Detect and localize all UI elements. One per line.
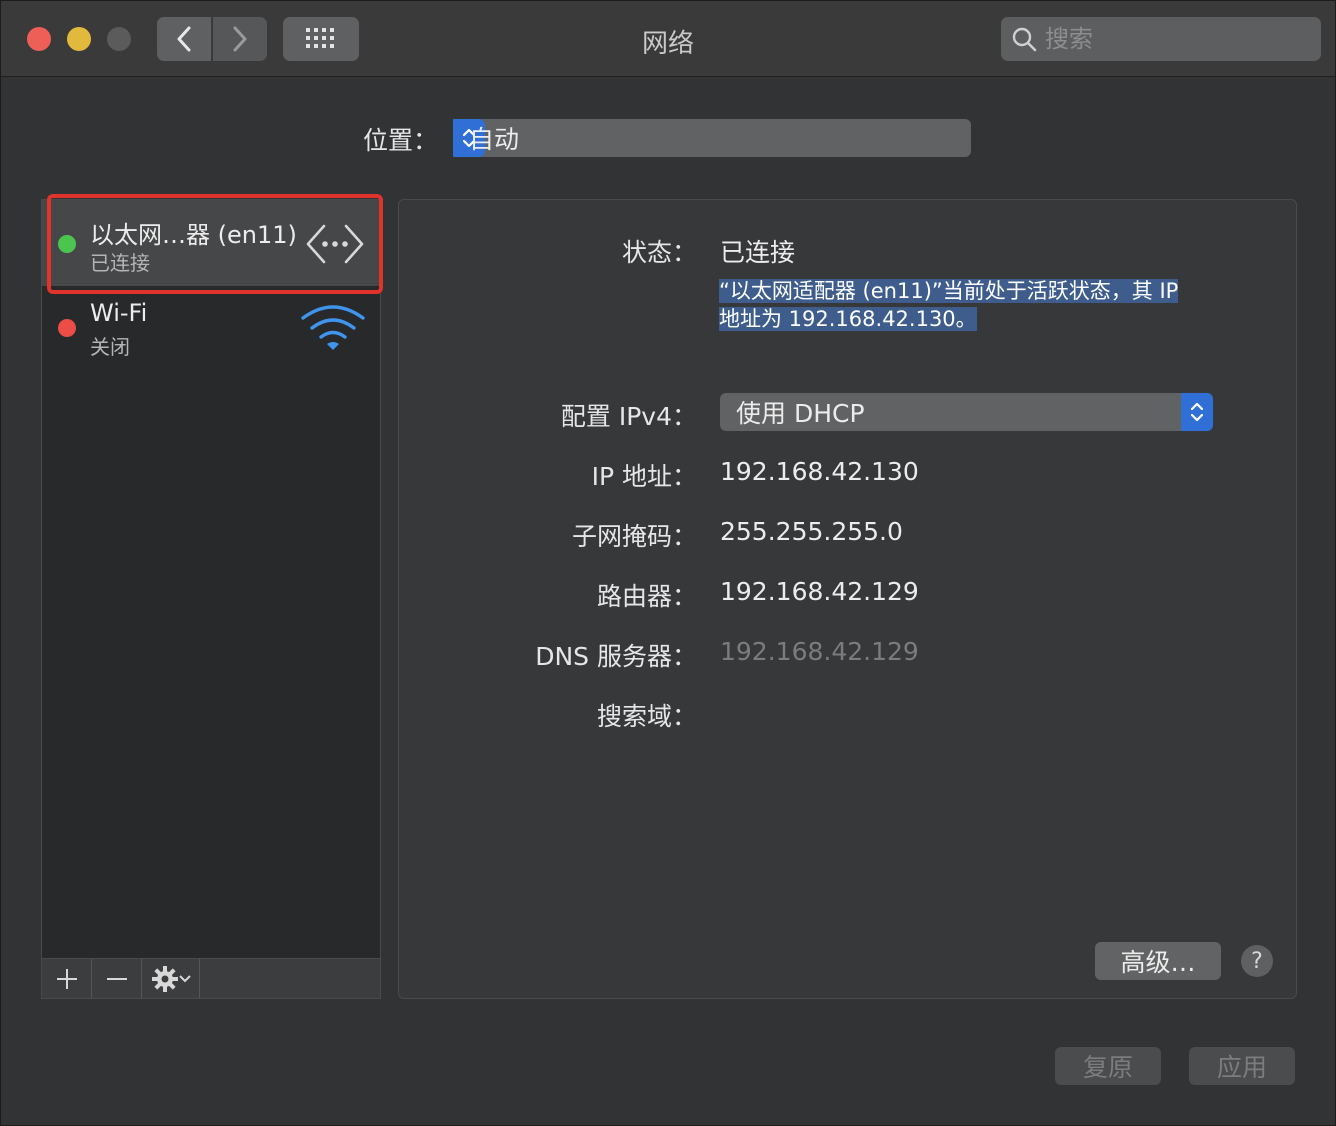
ip-address-value: 192.168.42.130 xyxy=(720,457,919,486)
router-value: 192.168.42.129 xyxy=(720,577,919,606)
search-field[interactable] xyxy=(1001,17,1321,61)
ip-address-label: IP 地址： xyxy=(591,462,697,491)
dns-server-label: DNS 服务器： xyxy=(535,642,697,671)
service-list: 以太网…器 (en11) 已连接 Wi-Fi 关闭 xyxy=(41,199,381,959)
service-name: Wi-Fi xyxy=(90,299,148,327)
gear-icon xyxy=(151,965,178,992)
location-value: 自动 xyxy=(469,125,520,154)
status-value: 已连接 xyxy=(720,238,796,267)
status-description-line2: 地址为 192.168.42.130。 xyxy=(719,307,977,331)
wifi-icon xyxy=(301,305,365,350)
dns-server-value: 192.168.42.129 xyxy=(720,637,919,666)
service-list-toolbar xyxy=(41,959,381,999)
ethernet-icon xyxy=(306,224,364,264)
remove-service-button[interactable] xyxy=(92,959,142,998)
status-description-line1: “以太网适配器 (en11)”当前处于活跃状态，其 IP xyxy=(719,279,1179,303)
add-service-button[interactable] xyxy=(42,959,92,998)
network-preferences-window: 网络 位置： 自动 以太网…器 (en11) 已连接 Wi-Fi 关闭 xyxy=(0,0,1336,1126)
location-label: 位置： xyxy=(363,126,439,155)
updown-chevron-icon xyxy=(1190,402,1204,422)
search-icon xyxy=(1012,27,1037,52)
config-ipv4-label: 配置 IPv4： xyxy=(560,402,697,431)
chevron-down-icon xyxy=(178,974,191,982)
advanced-button[interactable]: 高级… xyxy=(1095,942,1221,980)
plus-icon xyxy=(56,968,77,989)
status-description: “以太网适配器 (en11)”当前处于活跃状态，其 IP 地址为 192.168… xyxy=(719,277,1219,333)
revert-button[interactable]: 复原 xyxy=(1055,1047,1161,1085)
config-ipv4-stepper[interactable] xyxy=(1181,393,1213,431)
search-domain-label: 搜索域： xyxy=(596,702,697,731)
service-status: 关闭 xyxy=(90,335,130,359)
search-input[interactable] xyxy=(1045,25,1295,53)
status-label: 状态： xyxy=(621,238,697,267)
action-menu-button[interactable] xyxy=(142,959,200,998)
location-select[interactable]: 自动 xyxy=(453,119,971,157)
config-ipv4-select[interactable]: 使用 DHCP xyxy=(720,393,1213,431)
config-ipv4-value: 使用 DHCP xyxy=(736,399,865,428)
router-label: 路由器： xyxy=(596,582,697,611)
status-dot-red xyxy=(58,319,76,337)
service-item-wifi[interactable]: Wi-Fi 关闭 xyxy=(42,286,380,372)
help-button[interactable]: ? xyxy=(1241,945,1273,977)
minus-icon xyxy=(106,977,127,980)
title-bar: 网络 xyxy=(1,1,1335,77)
subnet-mask-label: 子网掩码： xyxy=(571,522,697,551)
apply-button[interactable]: 应用 xyxy=(1189,1047,1295,1085)
service-name: 以太网…器 (en11) xyxy=(90,221,297,249)
status-dot-green xyxy=(58,235,76,253)
service-item-ethernet[interactable]: 以太网…器 (en11) 已连接 xyxy=(42,200,380,286)
service-status: 已连接 xyxy=(90,251,150,275)
subnet-mask-value: 255.255.255.0 xyxy=(720,517,903,546)
